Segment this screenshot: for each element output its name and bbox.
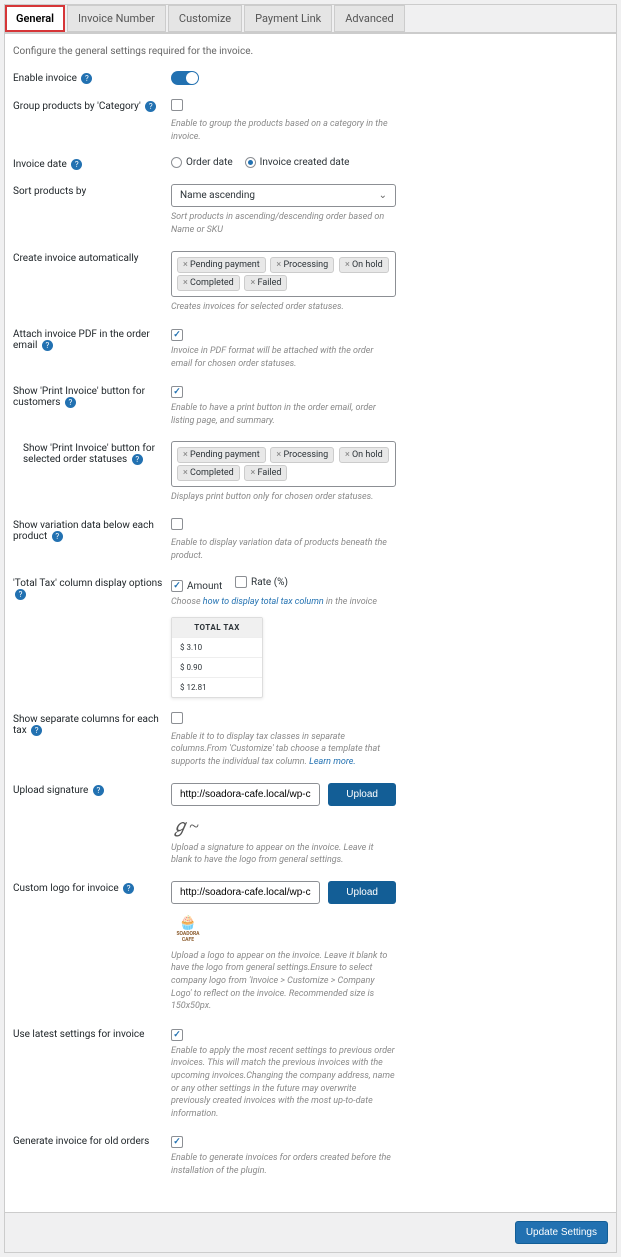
sort-products-label: Sort products by bbox=[13, 184, 171, 197]
check-amount[interactable]: Amount bbox=[171, 580, 222, 592]
group-category-hint: Enable to group the products based on a … bbox=[171, 118, 396, 143]
check-rate[interactable]: Rate (%) bbox=[235, 576, 288, 588]
help-icon[interactable]: ? bbox=[81, 73, 92, 84]
tax-preview-table: TOTAL TAX $ 3.10 $ 0.90 $ 12.81 bbox=[171, 617, 263, 698]
old-orders-checkbox[interactable] bbox=[171, 1136, 183, 1148]
invoice-date-label: Invoice date ? bbox=[13, 157, 171, 170]
group-category-checkbox[interactable] bbox=[171, 99, 183, 111]
logo-url-input[interactable] bbox=[171, 881, 320, 904]
chip-onhold[interactable]: On hold bbox=[339, 447, 389, 463]
print-statuses-hint: Displays print button only for chosen or… bbox=[171, 491, 396, 504]
footer: Update Settings bbox=[4, 1213, 617, 1253]
signature-url-input[interactable] bbox=[171, 783, 320, 806]
sort-products-hint: Sort products in ascending/descending or… bbox=[171, 211, 396, 236]
old-orders-label: Generate invoice for old orders bbox=[13, 1134, 171, 1147]
help-icon[interactable]: ? bbox=[71, 159, 82, 170]
chip-completed[interactable]: Completed bbox=[177, 275, 240, 291]
signature-preview: ℊ~ bbox=[171, 812, 396, 838]
chip-processing[interactable]: Processing bbox=[270, 447, 334, 463]
help-icon[interactable]: ? bbox=[42, 340, 53, 351]
help-icon[interactable]: ? bbox=[132, 454, 143, 465]
tab-advanced[interactable]: Advanced bbox=[334, 5, 404, 32]
variation-data-hint: Enable to display variation data of prod… bbox=[171, 537, 396, 562]
group-category-label: Group products by 'Category' ? bbox=[13, 99, 171, 112]
chip-pending[interactable]: Pending payment bbox=[177, 447, 266, 463]
latest-settings-label: Use latest settings for invoice bbox=[13, 1027, 171, 1040]
radio-order-date[interactable]: Order date bbox=[171, 157, 233, 168]
old-orders-hint: Enable to generate invoices for orders c… bbox=[171, 1152, 396, 1177]
attach-pdf-hint: Invoice in PDF format will be attached w… bbox=[171, 345, 396, 370]
print-button-checkbox[interactable] bbox=[171, 386, 183, 398]
total-tax-label: 'Total Tax' column display options ? bbox=[13, 576, 171, 600]
separate-tax-hint: Enable it to to display tax classes in s… bbox=[171, 731, 396, 769]
logo-upload-button[interactable]: Upload bbox=[328, 881, 396, 904]
tab-general[interactable]: General bbox=[5, 5, 65, 32]
print-button-hint: Enable to have a print button in the ord… bbox=[171, 402, 396, 427]
settings-tabs: General Invoice Number Customize Payment… bbox=[4, 4, 617, 33]
help-icon[interactable]: ? bbox=[52, 531, 63, 542]
print-button-label: Show 'Print Invoice' button for customer… bbox=[13, 384, 171, 408]
variation-data-checkbox[interactable] bbox=[171, 518, 183, 530]
tab-invoice-number[interactable]: Invoice Number bbox=[67, 5, 166, 32]
separate-tax-checkbox[interactable] bbox=[171, 712, 183, 724]
upload-signature-label: Upload signature ? bbox=[13, 783, 171, 796]
help-icon[interactable]: ? bbox=[145, 101, 156, 112]
logo-hint: Upload a logo to appear on the invoice. … bbox=[171, 950, 396, 1013]
help-icon[interactable]: ? bbox=[123, 883, 134, 894]
latest-settings-hint: Enable to apply the most recent settings… bbox=[171, 1045, 396, 1121]
chip-failed[interactable]: Failed bbox=[244, 275, 287, 291]
print-statuses-chipbox[interactable]: Pending payment Processing On hold Compl… bbox=[171, 441, 396, 487]
latest-settings-checkbox[interactable] bbox=[171, 1029, 183, 1041]
logo-preview: 🧁 SOADORA CAFE bbox=[171, 912, 205, 946]
print-statuses-label: Show 'Print Invoice' button for selected… bbox=[13, 441, 171, 465]
signature-hint: Upload a signature to appear on the invo… bbox=[171, 842, 396, 867]
separate-tax-label: Show separate columns for each tax ? bbox=[13, 712, 171, 736]
signature-upload-button[interactable]: Upload bbox=[328, 783, 396, 806]
cupcake-icon: 🧁 bbox=[179, 915, 196, 931]
chip-onhold[interactable]: On hold bbox=[339, 257, 389, 273]
auto-invoice-chipbox[interactable]: Pending payment Processing On hold Compl… bbox=[171, 251, 396, 297]
attach-pdf-checkbox[interactable] bbox=[171, 329, 183, 341]
separate-tax-link[interactable]: Learn more. bbox=[309, 757, 356, 767]
chip-completed[interactable]: Completed bbox=[177, 465, 240, 481]
intro-text: Configure the general settings required … bbox=[13, 46, 608, 57]
total-tax-hint: Choose how to display total tax column i… bbox=[171, 596, 396, 609]
help-icon[interactable]: ? bbox=[93, 785, 104, 796]
chip-pending[interactable]: Pending payment bbox=[177, 257, 266, 273]
variation-data-label: Show variation data below each product ? bbox=[13, 518, 171, 542]
attach-pdf-label: Attach invoice PDF in the order email ? bbox=[13, 327, 171, 351]
chip-processing[interactable]: Processing bbox=[270, 257, 334, 273]
enable-invoice-toggle[interactable] bbox=[171, 71, 199, 85]
radio-invoice-created-date[interactable]: Invoice created date bbox=[245, 157, 350, 168]
custom-logo-label: Custom logo for invoice ? bbox=[13, 881, 171, 894]
auto-invoice-label: Create invoice automatically bbox=[13, 251, 171, 264]
tab-payment-link[interactable]: Payment Link bbox=[244, 5, 332, 32]
update-settings-button[interactable]: Update Settings bbox=[515, 1221, 608, 1244]
tab-customize[interactable]: Customize bbox=[168, 5, 242, 32]
help-icon[interactable]: ? bbox=[15, 589, 26, 600]
auto-invoice-hint: Creates invoices for selected order stat… bbox=[171, 301, 396, 314]
tax-hint-link[interactable]: how to display total tax column bbox=[203, 597, 324, 607]
chip-failed[interactable]: Failed bbox=[244, 465, 287, 481]
enable-invoice-label: Enable invoice ? bbox=[13, 71, 171, 84]
help-icon[interactable]: ? bbox=[31, 725, 42, 736]
sort-products-select[interactable]: Name ascending bbox=[171, 184, 396, 207]
help-icon[interactable]: ? bbox=[65, 397, 76, 408]
settings-content: Configure the general settings required … bbox=[4, 33, 617, 1213]
